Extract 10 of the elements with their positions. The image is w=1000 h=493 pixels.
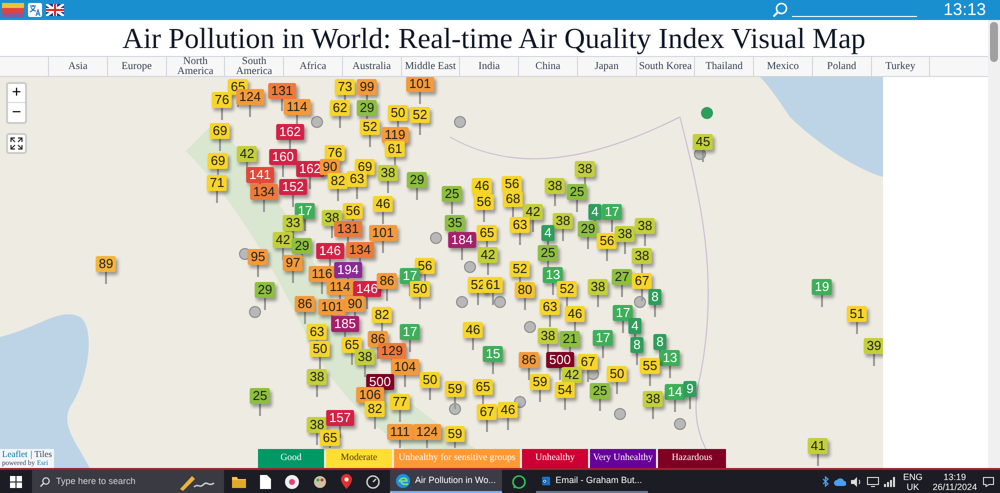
legend-item: Good (258, 449, 324, 468)
legend-item: Very Unhealthy (590, 449, 656, 468)
attribution-text: | Tiles (30, 449, 52, 459)
legend-item: Unhealthy (522, 449, 588, 468)
clock-time: 13:13 (943, 0, 986, 22)
legend-item: Moderate (326, 449, 392, 468)
page-title: Air Pollution in World: Real-time Air Quality Index Visual Map (121, 22, 867, 56)
legend-item: Hazardous (658, 449, 726, 468)
search-placeholder: Type here to search (56, 474, 136, 488)
legend-item: Unhealthy for sensitive groups (394, 449, 520, 468)
